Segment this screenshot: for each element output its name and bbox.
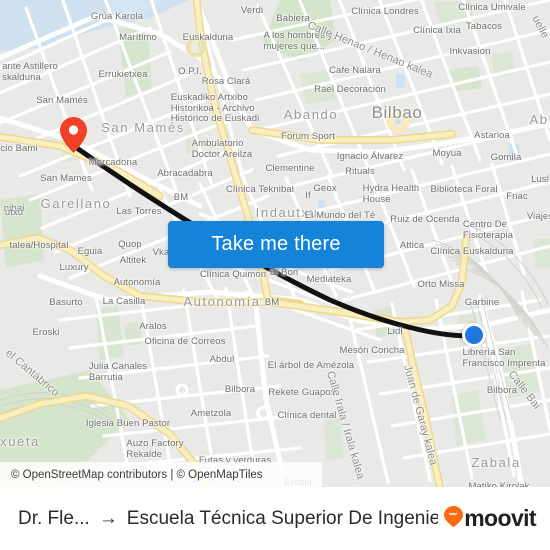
route-origin-label: Dr. Fle... bbox=[18, 507, 90, 529]
arrow-right-icon: → bbox=[98, 507, 118, 529]
moovit-wordmark: moovit bbox=[464, 505, 536, 531]
route-destination-label: Escuela Técnica Superior De Ingenieros I… bbox=[126, 507, 439, 529]
footer-bar: Dr. Fle... → Escuela Técnica Superior De… bbox=[0, 487, 550, 550]
map-screen: Grúa Karola Marítimo Euskalduna Verdi Babier… bbox=[0, 0, 550, 550]
take-me-there-button[interactable]: Take me there bbox=[168, 221, 384, 268]
destination-marker-dot[interactable] bbox=[462, 323, 486, 347]
moovit-pin-icon bbox=[444, 505, 464, 532]
map-attribution[interactable]: © OpenStreetMap contributors | © OpenMap… bbox=[0, 462, 322, 487]
moovit-logo[interactable]: moovit bbox=[444, 505, 537, 532]
route-summary: Dr. Fle... → Escuela Técnica Superior De… bbox=[18, 508, 438, 530]
map-canvas[interactable]: Grúa Karola Marítimo Euskalduna Verdi Babier… bbox=[0, 0, 550, 487]
